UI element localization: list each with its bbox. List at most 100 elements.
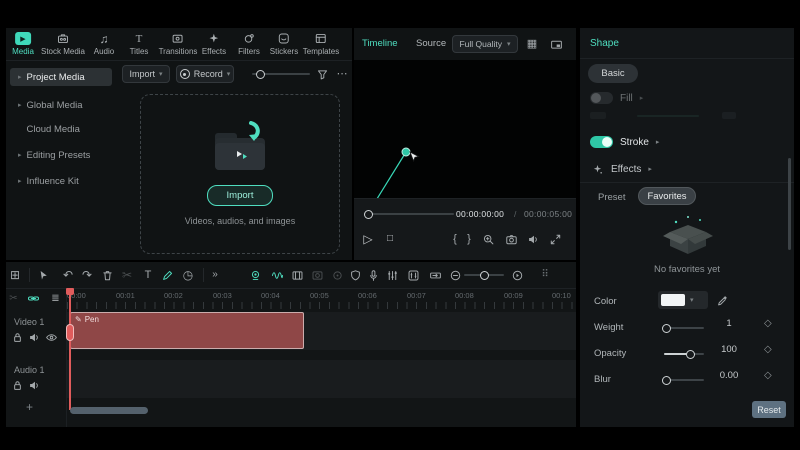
tab-media[interactable]: ▶ Media — [12, 32, 34, 56]
snapshot-camera-icon[interactable] — [503, 231, 519, 247]
blur-slider-thumb[interactable] — [662, 375, 671, 385]
tab-templates[interactable]: Templates — [303, 32, 339, 56]
sidebar-item-editing-presets[interactable]: ▸ Editing Presets — [10, 146, 112, 164]
preview-zoom-icon[interactable] — [480, 231, 496, 247]
favorites-tab[interactable]: Favorites — [638, 187, 696, 205]
filter-funnel-icon[interactable] — [314, 66, 330, 82]
timeline-ruler[interactable]: ✂ ≣ 00:00 00:01 00:02 00:03 00:04 00:05 … — [6, 288, 576, 310]
play-button[interactable]: ▷ — [360, 231, 376, 247]
speaker-icon[interactable] — [525, 231, 541, 247]
blur-value[interactable]: 0.00 — [712, 370, 746, 381]
track-manager-icon[interactable]: ≣ — [48, 291, 63, 306]
seek-thumb[interactable] — [364, 209, 373, 219]
opacity-slider-thumb[interactable] — [686, 349, 695, 359]
media-library-grid-icon[interactable]: ⊞ — [7, 267, 23, 283]
opacity-keyframe-icon[interactable]: ◇ — [764, 344, 772, 355]
more-tools-icon[interactable]: » — [207, 267, 223, 283]
stroke-toggle[interactable] — [590, 136, 613, 148]
shield-denoise-icon[interactable] — [347, 267, 363, 283]
audio-track-lane[interactable] — [66, 360, 576, 398]
more-options-icon[interactable]: ⋯ — [334, 66, 350, 82]
inspector-scrollbar[interactable] — [788, 158, 791, 250]
undo-icon[interactable]: ↶ — [60, 267, 76, 283]
reset-button[interactable]: Reset — [752, 401, 786, 418]
weight-value[interactable]: 1 — [712, 318, 746, 329]
weight-keyframe-icon[interactable]: ◇ — [764, 318, 772, 329]
mark-out-icon[interactable]: } — [462, 231, 476, 247]
unlink-scissors-icon[interactable]: ✂ — [6, 291, 21, 306]
fill-toggle[interactable] — [590, 92, 613, 104]
grid-view-icon[interactable]: ▦ — [524, 36, 540, 52]
expander-icon[interactable]: ▸ — [648, 165, 652, 173]
stop-button[interactable]: □ — [382, 231, 398, 247]
slider-thumb[interactable] — [256, 69, 265, 79]
preview-tab-source[interactable]: Source — [416, 38, 446, 49]
fullscreen-icon[interactable] — [547, 231, 563, 247]
clip-trim-handle[interactable] — [66, 324, 74, 341]
track-lock-icon[interactable] — [10, 330, 24, 344]
track-hide-eye-icon[interactable] — [44, 330, 58, 344]
import-dropdown-button[interactable]: Import ▾ — [122, 65, 170, 83]
import-button[interactable]: Import — [207, 185, 273, 206]
delete-trash-icon[interactable] — [99, 267, 115, 283]
weight-slider[interactable] — [662, 323, 704, 333]
film-roll-icon[interactable] — [289, 267, 305, 283]
link-snap-icon[interactable] — [26, 291, 41, 306]
track-height-icon[interactable]: ⠿ — [537, 267, 553, 283]
thumbnail-size-slider[interactable] — [252, 69, 310, 79]
sidebar-item-project-media[interactable]: ▸ Project Media — [10, 68, 112, 86]
voiceover-mic-icon[interactable] — [365, 267, 381, 283]
import-dropzone[interactable]: Import Videos, audios, and images — [140, 94, 340, 254]
equalizer-icon[interactable] — [384, 267, 400, 283]
weight-slider-thumb[interactable] — [662, 323, 671, 333]
tab-stock-media[interactable]: Stock Media — [41, 32, 85, 56]
auto-ripple-icon[interactable] — [427, 267, 443, 283]
quality-selector[interactable]: Full Quality ▾ — [452, 35, 518, 53]
render-preview-icon[interactable] — [548, 36, 564, 52]
preset-tab[interactable]: Preset — [598, 192, 625, 203]
text-tool-icon[interactable]: T — [140, 267, 156, 283]
mark-in-icon[interactable]: { — [448, 231, 462, 247]
timeline-zoom-slider[interactable] — [464, 270, 504, 280]
playhead-handle[interactable] — [66, 288, 74, 295]
tab-transitions[interactable]: Transitions — [159, 32, 197, 56]
select-pointer-icon[interactable] — [35, 267, 51, 283]
tab-audio[interactable]: ♫ Audio — [94, 32, 114, 57]
seek-bar[interactable] — [364, 209, 454, 219]
opacity-value[interactable]: 100 — [712, 344, 746, 355]
opacity-slider[interactable] — [664, 349, 704, 359]
tab-filters[interactable]: Filters — [238, 32, 260, 56]
eyedropper-icon[interactable] — [714, 292, 730, 308]
mask-icon[interactable] — [309, 267, 325, 283]
preview-tab-timeline[interactable]: Timeline — [362, 38, 398, 49]
basic-tab[interactable]: Basic — [588, 64, 638, 83]
expander-icon[interactable]: ▸ — [640, 94, 644, 102]
playhead-line[interactable] — [69, 288, 71, 410]
blur-slider[interactable] — [662, 375, 704, 385]
add-track-button[interactable]: + — [26, 400, 33, 414]
motion-track-icon[interactable] — [329, 267, 345, 283]
sidebar-item-cloud-media[interactable]: ▸ Cloud Media — [10, 120, 112, 138]
track-mute-icon[interactable] — [27, 378, 41, 392]
record-dropdown-button[interactable]: Record ▾ — [176, 65, 234, 83]
speed-clock-icon[interactable]: ◷ — [180, 267, 196, 283]
tab-titles[interactable]: T Titles — [130, 32, 149, 57]
audio-wave-icon[interactable] — [269, 267, 285, 283]
tab-stickers[interactable]: Stickers — [270, 32, 298, 56]
stroke-color-picker[interactable]: ▾ — [658, 291, 708, 309]
timeline-hscrollbar[interactable] — [70, 407, 148, 414]
pen-draw-tool-icon[interactable] — [159, 267, 175, 283]
record-webcam-icon[interactable] — [247, 267, 263, 283]
zoom-out-icon[interactable] — [447, 267, 463, 283]
track-mute-icon[interactable] — [27, 330, 41, 344]
blur-keyframe-icon[interactable]: ◇ — [764, 370, 772, 381]
preview-canvas[interactable] — [354, 60, 576, 220]
sidebar-item-global-media[interactable]: ▸ Global Media — [10, 96, 112, 114]
timeline-zoom-thumb[interactable] — [480, 270, 489, 280]
sidebar-item-influence-kit[interactable]: ▸ Influence Kit — [10, 172, 112, 190]
timeline-clip-pen[interactable]: ✎ Pen — [70, 312, 304, 349]
tab-effects[interactable]: Effects — [202, 32, 226, 56]
track-lock-icon[interactable] — [10, 378, 24, 392]
expander-icon[interactable]: ▸ — [656, 138, 660, 146]
redo-icon[interactable]: ↷ — [79, 267, 95, 283]
